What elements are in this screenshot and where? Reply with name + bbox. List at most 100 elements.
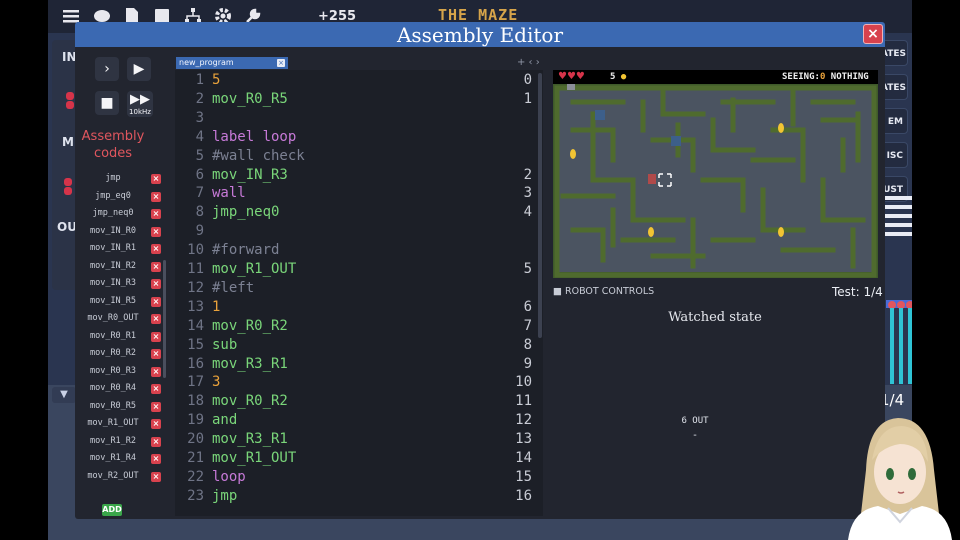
line-number: 14 bbox=[187, 317, 204, 334]
remove-icon[interactable]: × bbox=[151, 436, 161, 447]
remove-icon[interactable]: × bbox=[151, 314, 161, 324]
list-item[interactable]: mov_R0_R3 × bbox=[78, 363, 166, 381]
line-number: 6 bbox=[195, 166, 204, 183]
code-line[interactable]: 15 sub 8 bbox=[180, 336, 540, 355]
list-item[interactable]: mov_R0_R2 × bbox=[78, 345, 166, 363]
code-text: loop bbox=[212, 468, 246, 485]
list-item[interactable]: mov_R0_R5 × bbox=[78, 398, 166, 416]
remove-icon[interactable]: × bbox=[151, 191, 161, 202]
list-item[interactable]: mov_IN_R5 × bbox=[78, 293, 166, 311]
code-line[interactable]: 20 mov_R3_R1 13 bbox=[180, 430, 540, 449]
code-line[interactable]: 22 loop 15 bbox=[180, 468, 540, 487]
code-line[interactable]: 3 bbox=[180, 109, 540, 128]
code-line[interactable]: 15 0 bbox=[180, 71, 540, 90]
list-item[interactable]: mov_R0_R4 × bbox=[78, 380, 166, 398]
code-line[interactable]: 7 wall 3 bbox=[180, 184, 540, 203]
instruction-address: 4 bbox=[523, 204, 532, 221]
code-line[interactable]: 11 mov_R1_OUT 5 bbox=[180, 260, 540, 279]
code-text: sub bbox=[212, 336, 238, 353]
remove-icon[interactable]: × bbox=[151, 279, 161, 289]
list-item[interactable]: mov_IN_R1 × bbox=[78, 240, 166, 258]
code-name: mov_R0_R4 bbox=[89, 383, 137, 393]
remove-icon[interactable]: × bbox=[151, 419, 161, 429]
tab-close-icon[interactable]: × bbox=[277, 59, 285, 67]
code-line[interactable]: 4 label loop bbox=[180, 128, 540, 147]
code-line[interactable]: 10 #forward bbox=[180, 241, 540, 260]
test-counter: Test: 1/4 bbox=[832, 285, 883, 299]
remove-icon[interactable]: × bbox=[151, 209, 161, 219]
code-text: mov_R0_R5 bbox=[212, 90, 288, 107]
list-item[interactable]: jmp_eq0 × bbox=[78, 188, 166, 206]
code-line[interactable]: 9 bbox=[180, 222, 540, 241]
list-item[interactable]: jmp_neq0 × bbox=[78, 205, 166, 223]
code-text: mov_R3_R1 bbox=[212, 431, 288, 448]
remove-icon[interactable]: × bbox=[151, 384, 161, 394]
tab-navigation[interactable]: + ‹ › bbox=[517, 57, 540, 68]
code-line[interactable]: 8 jmp_neq0 4 bbox=[180, 203, 540, 222]
code-line[interactable]: 6 mov_IN_R3 2 bbox=[180, 166, 540, 185]
remove-icon[interactable]: × bbox=[151, 174, 161, 184]
coin-icon: ● bbox=[620, 72, 627, 82]
code-line[interactable]: 18 mov_R0_R2 11 bbox=[180, 392, 540, 411]
step-button[interactable]: › bbox=[95, 57, 119, 81]
remove-icon[interactable]: × bbox=[151, 454, 161, 464]
list-item[interactable]: mov_R0_OUT × bbox=[78, 310, 166, 328]
code-line[interactable]: 16 mov_R3_R1 9 bbox=[180, 355, 540, 374]
codes-scrollbar[interactable] bbox=[163, 260, 166, 378]
collapse-button[interactable]: ▼ bbox=[52, 387, 76, 403]
line-number: 17 bbox=[187, 374, 204, 391]
list-item[interactable]: mov_R2_OUT × bbox=[78, 468, 166, 486]
code-text: #forward bbox=[212, 242, 280, 259]
remove-icon[interactable]: × bbox=[151, 366, 161, 377]
code-name: mov_R1_R4 bbox=[89, 453, 137, 463]
line-number: 19 bbox=[187, 412, 204, 429]
remove-icon[interactable]: × bbox=[151, 349, 161, 359]
code-line[interactable]: 13 1 6 bbox=[180, 298, 540, 317]
remove-icon[interactable]: × bbox=[151, 226, 161, 237]
code-line[interactable]: 17 3 10 bbox=[180, 373, 540, 392]
code-line[interactable]: 19 and 12 bbox=[180, 411, 540, 430]
remove-icon[interactable]: × bbox=[151, 471, 161, 482]
line-number: 4 bbox=[195, 128, 204, 145]
code-text: jmp_neq0 bbox=[212, 204, 280, 221]
play-button[interactable]: ▶ bbox=[127, 57, 151, 81]
list-item[interactable]: mov_R1_R2 × bbox=[78, 433, 166, 451]
remove-icon[interactable]: × bbox=[151, 261, 161, 272]
list-item[interactable]: mov_R0_R1 × bbox=[78, 328, 166, 346]
remove-icon[interactable]: × bbox=[151, 401, 161, 412]
code-line[interactable]: 5 #wall check bbox=[180, 147, 540, 166]
code-line[interactable]: 23 jmp 16 bbox=[180, 487, 540, 506]
stop-button[interactable]: ■ bbox=[95, 91, 119, 115]
list-item[interactable]: mov_IN_R2 × bbox=[78, 258, 166, 276]
list-item[interactable]: mov_IN_R3 × bbox=[78, 275, 166, 293]
line-number: 16 bbox=[187, 355, 204, 372]
list-item[interactable]: mov_R1_R4 × bbox=[78, 450, 166, 468]
line-number: 23 bbox=[187, 487, 204, 504]
code-name: mov_IN_R5 bbox=[89, 295, 137, 306]
list-item[interactable]: mov_IN_R0 × bbox=[78, 223, 166, 241]
code-line[interactable]: 12 #left bbox=[180, 279, 540, 298]
close-button[interactable]: × bbox=[863, 24, 883, 44]
remove-icon[interactable]: × bbox=[151, 296, 161, 307]
code-name: jmp bbox=[105, 173, 121, 183]
code-text: mov_R3_R1 bbox=[212, 355, 288, 372]
robot-controls-toggle[interactable]: ■ ROBOT CONTROLS bbox=[553, 286, 654, 297]
tab-new-program[interactable]: new_program bbox=[176, 57, 288, 69]
line-number: 21 bbox=[187, 450, 204, 466]
remove-icon[interactable]: × bbox=[151, 331, 161, 342]
code-line[interactable]: 2 mov_R0_R5 1 bbox=[180, 90, 540, 109]
add-code-button[interactable]: ADD bbox=[102, 504, 122, 516]
code-name: jmp_eq0 bbox=[95, 190, 131, 201]
code-name: mov_R0_OUT bbox=[87, 313, 139, 323]
codes-list: jmp × jmp_eq0 × jmp_neq0 × mov_IN_R0 × mov_IN_R1… bbox=[78, 170, 166, 485]
code-line[interactable]: 14 mov_R0_R2 7 bbox=[180, 317, 540, 336]
code-line[interactable]: 21 mov_R1_OUT 14 bbox=[180, 449, 540, 468]
line-number: 13 bbox=[187, 298, 204, 315]
memory-pin bbox=[64, 178, 72, 186]
fast-forward-button[interactable]: ▶▶ 10kHz bbox=[127, 91, 153, 117]
remove-icon[interactable]: × bbox=[151, 244, 161, 254]
list-item[interactable]: mov_R1_OUT × bbox=[78, 415, 166, 433]
code-text: label loop bbox=[212, 128, 297, 145]
list-item[interactable]: jmp × bbox=[78, 170, 166, 188]
input-pin bbox=[66, 101, 74, 109]
